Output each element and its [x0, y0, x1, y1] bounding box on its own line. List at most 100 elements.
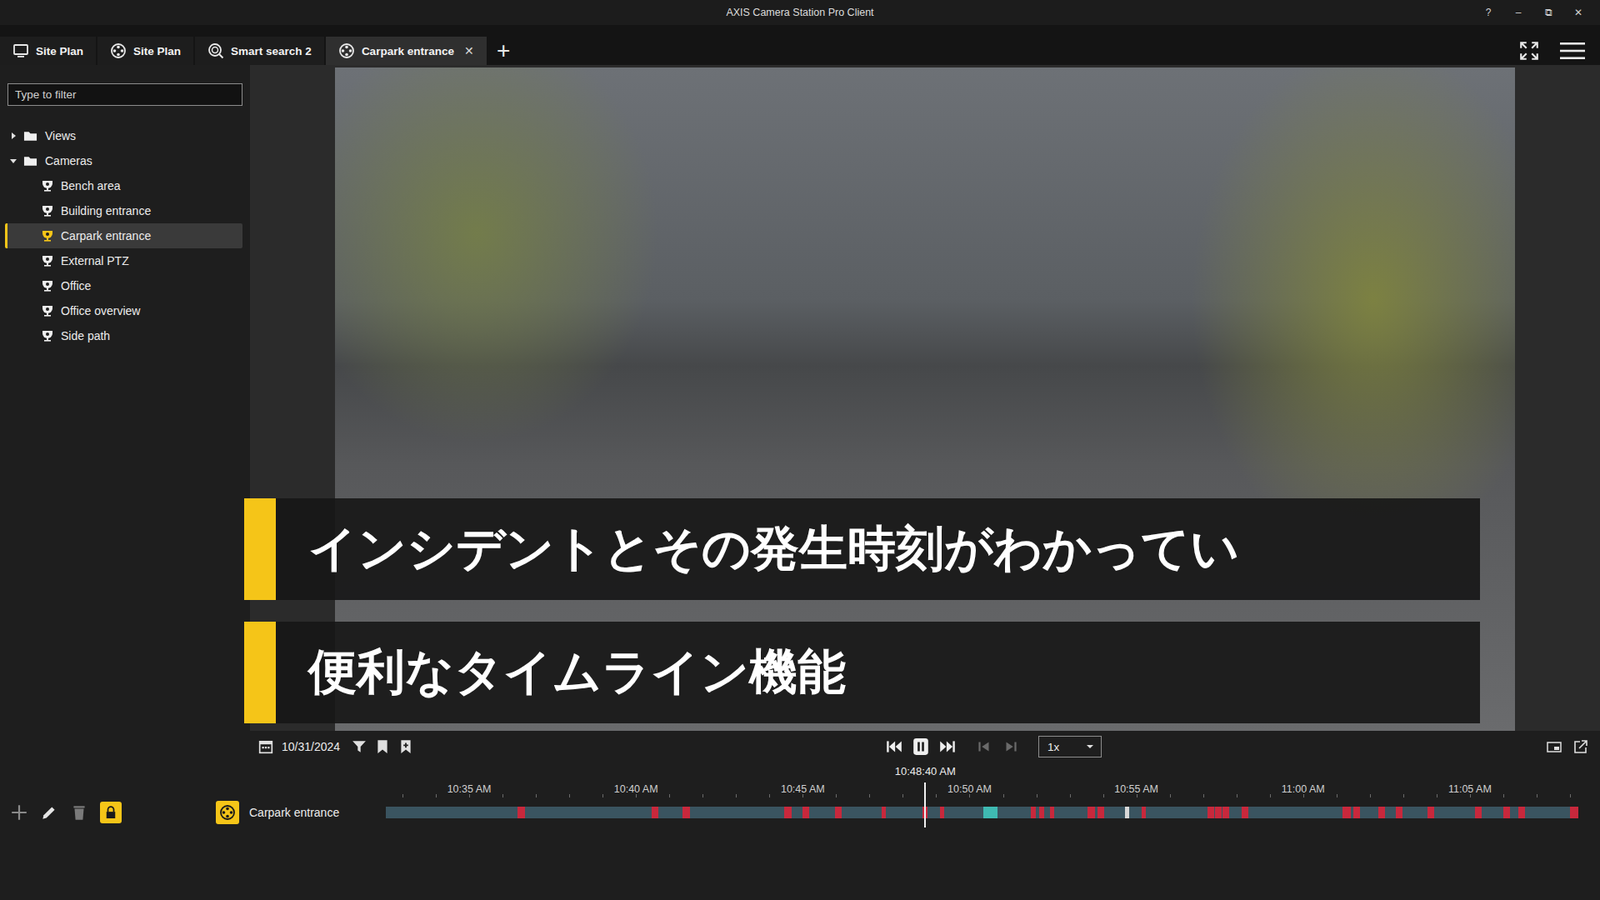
recording-event[interactable] [835, 806, 842, 819]
recording-event[interactable] [881, 806, 886, 819]
tab-label: Site Plan [133, 45, 181, 58]
camera-badge [215, 800, 240, 825]
track-lane[interactable] [385, 797, 1577, 828]
recording-event[interactable] [1039, 806, 1045, 819]
minor-tick [1070, 794, 1071, 798]
recording-event[interactable] [1518, 806, 1525, 819]
lock-button[interactable] [100, 801, 122, 824]
camera-item[interactable]: External PTZ [5, 248, 243, 274]
skip-to-end-icon[interactable] [936, 737, 959, 756]
fullscreen-icon[interactable] [1518, 40, 1540, 62]
window-control-button[interactable]: ✕ [1563, 6, 1594, 19]
tab[interactable]: Site Plan [97, 36, 194, 65]
camera-label: Office [60, 279, 91, 293]
minor-tick [569, 794, 570, 798]
filter-input[interactable] [7, 83, 243, 106]
monitor-icon [12, 42, 30, 60]
expand-arrow-icon[interactable] [9, 156, 18, 165]
picture-in-picture-icon[interactable] [1546, 739, 1562, 755]
trash-icon[interactable] [70, 803, 89, 822]
tick-label: 10:35 AM [447, 783, 492, 795]
recording-event[interactable] [802, 806, 810, 819]
camera-item[interactable]: Carpark entrance [5, 223, 243, 249]
recording-event[interactable] [1427, 806, 1435, 819]
camera-label: Side path [60, 329, 110, 343]
tree: Views Cameras Bench area Building entranceC… [5, 123, 243, 349]
skip-to-start-icon[interactable] [883, 737, 905, 756]
window-control-button[interactable]: ? [1473, 6, 1504, 19]
add-tab-button[interactable]: + [488, 36, 519, 65]
recording-event[interactable] [1030, 806, 1036, 819]
recording-event[interactable] [1125, 806, 1130, 819]
camera-item[interactable]: Side path [5, 323, 243, 349]
plus-icon[interactable] [10, 803, 29, 822]
folder-icon [23, 155, 38, 167]
recording-event[interactable] [1141, 806, 1146, 819]
window-control-button[interactable]: ⧉ [1533, 6, 1564, 19]
window-control-button[interactable]: – [1503, 6, 1534, 19]
recording-event[interactable] [682, 806, 690, 819]
recording-event[interactable] [1097, 806, 1105, 819]
playhead[interactable] [924, 782, 926, 798]
expand-arrow-icon[interactable] [9, 131, 18, 140]
camera-item[interactable]: Bench area [5, 173, 243, 199]
recording-event[interactable] [1353, 806, 1360, 819]
minor-tick [769, 794, 770, 798]
camera-item[interactable]: Building entrance [5, 198, 243, 224]
playhead-line[interactable] [924, 797, 926, 828]
camera-item[interactable]: Office [5, 273, 243, 299]
tick-label: 10:55 AM [1114, 783, 1159, 795]
camera-label: Bench area [60, 179, 121, 193]
recording-event[interactable] [1207, 806, 1215, 819]
recording-event[interactable] [784, 806, 792, 819]
recording-event[interactable] [1087, 806, 1095, 819]
tab-close-button[interactable]: ✕ [464, 44, 475, 58]
next-frame-icon[interactable] [1000, 737, 1022, 756]
recording-event[interactable] [1378, 806, 1385, 819]
recording-event[interactable] [1241, 806, 1249, 819]
camera-icon [41, 180, 54, 192]
recording-event[interactable] [940, 806, 945, 819]
recording-event[interactable] [1222, 806, 1230, 819]
tree-label: Cameras [45, 154, 93, 168]
recording-event[interactable] [1342, 806, 1351, 819]
recording-event[interactable] [1215, 806, 1222, 819]
speed-select[interactable]: 1x [1038, 735, 1102, 758]
camera-item[interactable]: Office overview [5, 298, 243, 324]
previous-frame-icon[interactable] [973, 737, 995, 756]
recording-event[interactable] [1570, 806, 1579, 819]
recording-event[interactable] [1050, 806, 1055, 819]
window-controls: ?–⧉✕ [1473, 6, 1600, 19]
tab[interactable]: Carpark entrance✕ [325, 36, 487, 65]
recording-track[interactable] [385, 806, 1577, 819]
minor-tick [502, 794, 504, 798]
tab[interactable]: Smart search 2 [195, 36, 325, 65]
reel-icon [219, 804, 236, 821]
recording-event[interactable] [1395, 806, 1403, 819]
recording-event[interactable] [983, 806, 998, 819]
hamburger-menu-icon[interactable] [1560, 41, 1585, 60]
bookmark-icon[interactable] [375, 739, 390, 755]
caption-text: 便利なタイムライン機能 [275, 621, 1480, 724]
pencil-icon[interactable] [40, 803, 59, 822]
track-tools [0, 801, 122, 824]
tick-label: 11:05 AM [1448, 783, 1492, 795]
tree-folder[interactable]: Cameras [5, 148, 243, 174]
calendar-icon[interactable] [258, 739, 274, 755]
recording-event[interactable] [1475, 806, 1482, 819]
minor-tick [1270, 794, 1271, 798]
time-ruler[interactable]: 10:35 AM10:40 AM10:45 AM10:50 AM10:55 AM… [385, 780, 1577, 798]
minor-tick [535, 794, 537, 798]
add-bookmark-icon[interactable] [398, 739, 414, 755]
recording-event[interactable] [1503, 806, 1510, 819]
minor-tick [1403, 794, 1405, 798]
recording-event[interactable] [651, 806, 659, 819]
pause-icon[interactable] [910, 737, 932, 756]
date-picker[interactable]: 10/31/2024 [281, 740, 340, 754]
filter-icon[interactable] [351, 739, 367, 755]
tab[interactable]: Site Plan [0, 36, 96, 65]
timeline: 10:48:40 AM10:35 AM10:40 AM10:45 AM10:50… [0, 762, 1577, 828]
recording-event[interactable] [517, 806, 525, 819]
tree-folder[interactable]: Views [5, 123, 243, 149]
export-icon[interactable] [1573, 739, 1589, 755]
